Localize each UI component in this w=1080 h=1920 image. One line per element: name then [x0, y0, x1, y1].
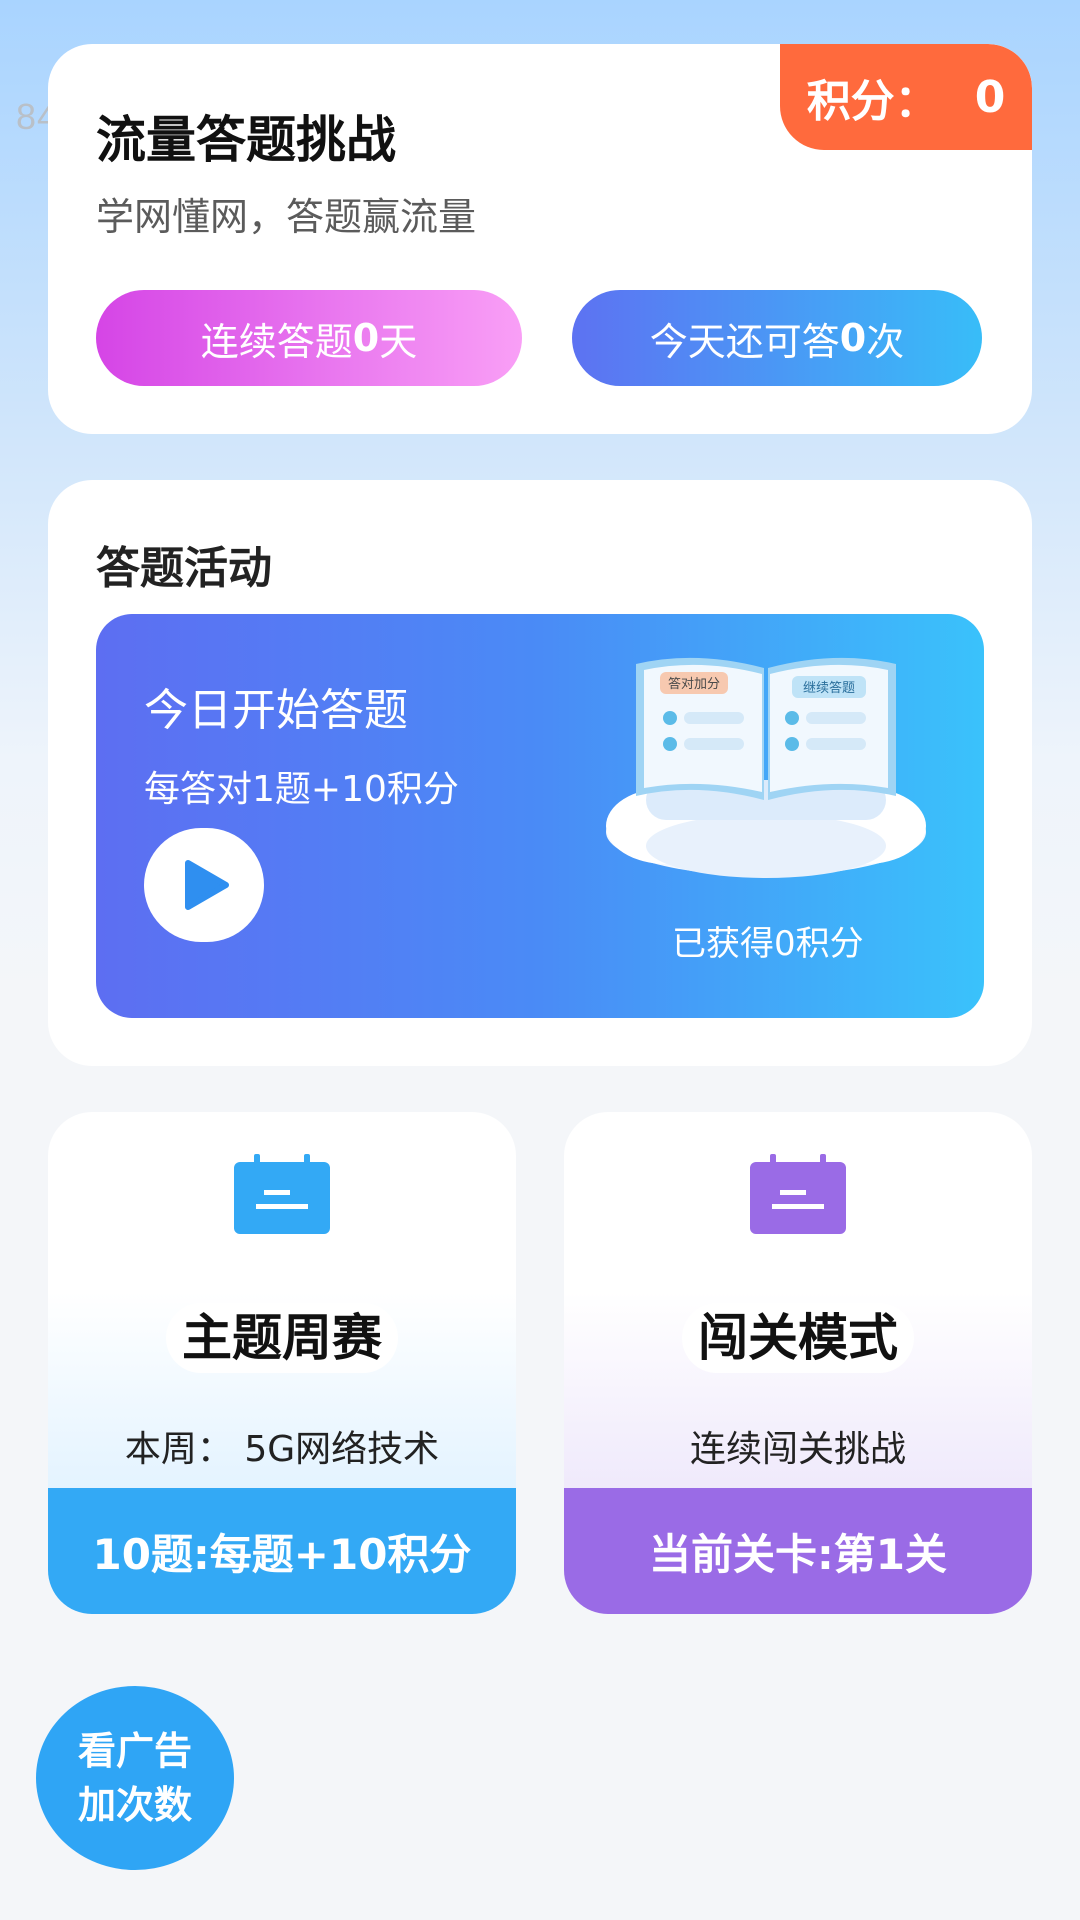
streak-value: 0 [352, 316, 380, 360]
banner-subtitle: 每答对1题+10积分 [144, 769, 459, 810]
calendar-icon [234, 1154, 330, 1234]
mode-footer: 当前关卡:第1关 [564, 1488, 1032, 1614]
mode-description: 连续闯关挑战 [689, 1429, 906, 1470]
play-button[interactable] [144, 828, 264, 942]
mode-description: 本周： 5G网络技术 [124, 1429, 440, 1470]
activity-card: 答题活动 今日开始答题 每答对1题+10积分 答对加分 继续答题 已获得0积分 [48, 480, 1032, 1066]
book-tab-right: 继续答题 [803, 680, 855, 696]
points-badge: 积分： 0 [780, 44, 1032, 150]
earned-points-text: 已获得0积分 [672, 924, 864, 964]
points-label: 积分： [806, 76, 939, 127]
calendar-icon [750, 1154, 846, 1234]
remaining-prefix: 今天还可答 [649, 319, 840, 364]
start-quiz-banner[interactable]: 今日开始答题 每答对1题+10积分 答对加分 继续答题 已获得0积分 [96, 614, 984, 1018]
book-illustration: 答对加分 继续答题 [606, 657, 926, 878]
mode-footer: 10题:每题+10积分 [48, 1488, 516, 1614]
mode-title: 主题周赛 [166, 1303, 398, 1373]
page-title: 流量答题挑战 [96, 111, 396, 169]
watch-ad-button[interactable]: 看广告 加次数 [36, 1686, 234, 1870]
streak-pill: 连续答题 0 天 [96, 290, 522, 386]
play-icon [185, 860, 229, 910]
section-title: 答题活动 [96, 543, 272, 594]
streak-prefix: 连续答题 [200, 319, 353, 364]
remaining-value: 0 [839, 316, 867, 360]
page-subtitle: 学网懂网，答题赢流量 [96, 195, 477, 239]
level-mode-card[interactable]: 闯关模式 连续闯关挑战 当前关卡:第1关 [564, 1112, 1032, 1614]
weekly-contest-card[interactable]: 主题周赛 本周： 5G网络技术 10题:每题+10积分 [48, 1112, 516, 1614]
mode-title: 闯关模式 [682, 1303, 914, 1373]
header-card: 积分： 0 流量答题挑战 学网懂网，答题赢流量 连续答题 0 天 今天还可答 0 次 [48, 44, 1032, 434]
streak-suffix: 天 [379, 319, 418, 364]
remaining-pill: 今天还可答 0 次 [572, 290, 982, 386]
points-value: 0 [974, 71, 1006, 123]
banner-title: 今日开始答题 [144, 685, 408, 736]
ad-button-line1: 看广告 [77, 1729, 192, 1773]
book-tab-left: 答对加分 [668, 676, 720, 692]
ad-button-line2: 加次数 [77, 1783, 192, 1827]
remaining-suffix: 次 [866, 319, 905, 364]
